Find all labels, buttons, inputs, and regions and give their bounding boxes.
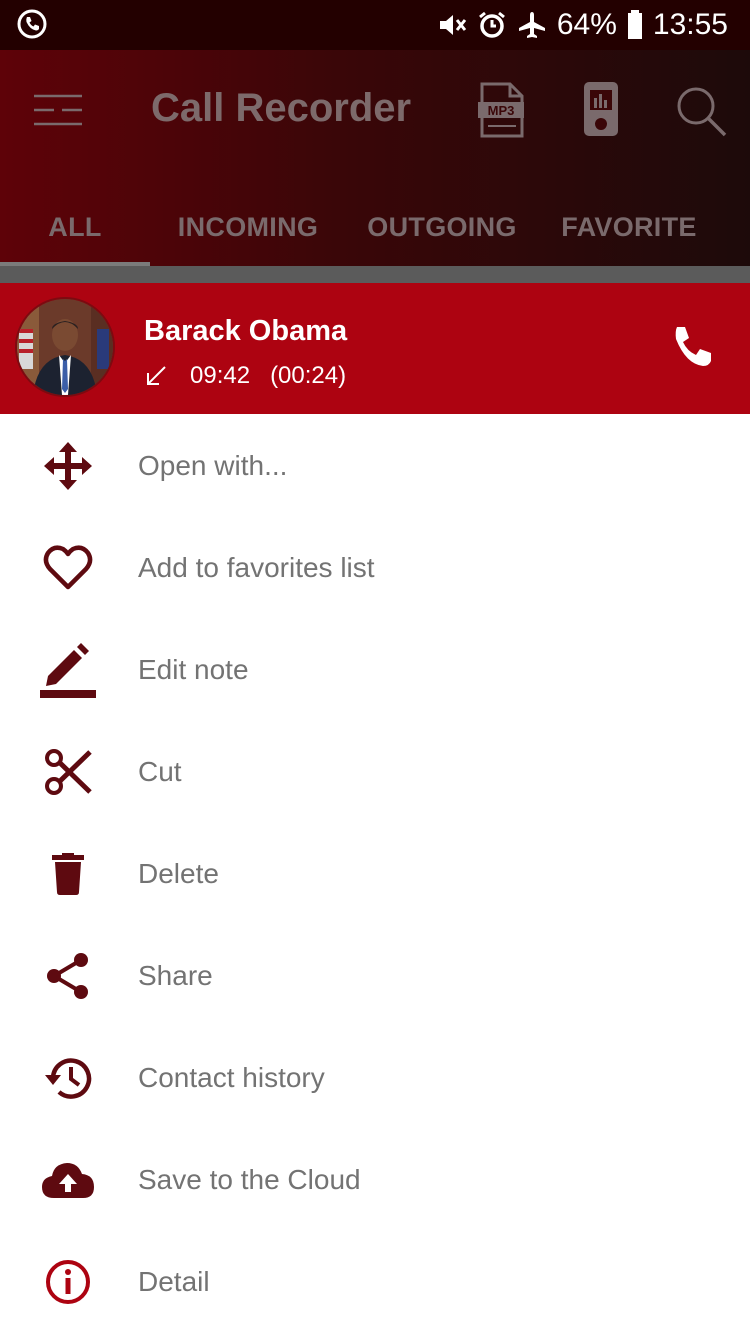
status-bar: 64% 13:55 [0, 0, 750, 50]
menu-item-share[interactable]: Share [0, 925, 750, 1027]
trash-icon [40, 848, 96, 900]
call-icon[interactable] [668, 325, 714, 371]
app-bar: Call Recorder MP3 ALL INCOMING OUTGOING … [0, 50, 750, 266]
info-icon [40, 1256, 96, 1308]
menu-item-save-cloud[interactable]: Save to the Cloud [0, 1129, 750, 1231]
svg-text:MP3: MP3 [488, 103, 515, 118]
share-icon [40, 950, 96, 1002]
menu-item-detail[interactable]: Detail [0, 1231, 750, 1333]
call-time: 09:42 [190, 362, 251, 389]
menu-label-open-with: Open with... [138, 450, 288, 481]
battery-percent: 64% [556, 8, 617, 41]
tab-outgoing[interactable]: OUTGOING [346, 188, 538, 266]
incoming-arrow-icon [147, 366, 166, 385]
airplane-icon [518, 12, 545, 38]
app-title: Call Recorder [151, 86, 412, 130]
selected-recording-row[interactable]: Barack Obama 09:42 (00:24) [0, 283, 750, 414]
tab-favorite[interactable]: FAVORITE [538, 188, 720, 266]
menu-item-open-with[interactable]: Open with... [0, 415, 750, 517]
menu-item-cut[interactable]: Cut [0, 721, 750, 823]
heart-icon [40, 542, 96, 594]
menu-label-delete: Delete [138, 858, 219, 889]
history-icon [40, 1052, 96, 1104]
mute-icon [439, 15, 467, 35]
menu-icon[interactable] [32, 90, 84, 130]
tab-incoming[interactable]: INCOMING [150, 188, 346, 266]
tab-all[interactable]: ALL [0, 188, 150, 266]
menu-item-delete[interactable]: Delete [0, 823, 750, 925]
menu-label-add-favorites: Add to favorites list [138, 552, 375, 583]
menu-label-edit-note: Edit note [138, 654, 249, 685]
clock: 13:55 [652, 8, 728, 41]
menu-label-share: Share [138, 960, 213, 991]
open-with-icon [40, 440, 96, 492]
search-icon[interactable] [674, 84, 728, 138]
alarm-icon [478, 11, 505, 38]
avatar [15, 297, 115, 397]
menu-item-contact-history[interactable]: Contact history [0, 1027, 750, 1129]
menu-label-save-cloud: Save to the Cloud [138, 1164, 361, 1195]
battery-icon [627, 10, 642, 39]
tab-divider [0, 266, 750, 283]
menu-item-add-favorites[interactable]: Add to favorites list [0, 517, 750, 619]
cloud-upload-icon [40, 1154, 96, 1206]
contact-name: Barack Obama [144, 315, 348, 347]
call-duration: (00:24) [270, 362, 347, 389]
recorder-device-icon[interactable] [582, 80, 620, 138]
phone-icon [17, 9, 47, 39]
mp3-icon[interactable]: MP3 [476, 82, 526, 138]
menu-item-edit-note[interactable]: Edit note [0, 619, 750, 721]
edit-icon [40, 643, 96, 698]
menu-label-detail: Detail [138, 1266, 210, 1297]
menu-label-contact-history: Contact history [138, 1062, 325, 1093]
status-icons: 64% 13:55 [437, 0, 728, 50]
scissors-icon [40, 746, 96, 798]
tab-bar: ALL INCOMING OUTGOING FAVORITE [0, 188, 750, 266]
menu-label-cut: Cut [138, 756, 182, 787]
call-meta: 09:42 (00:24) [144, 361, 346, 391]
